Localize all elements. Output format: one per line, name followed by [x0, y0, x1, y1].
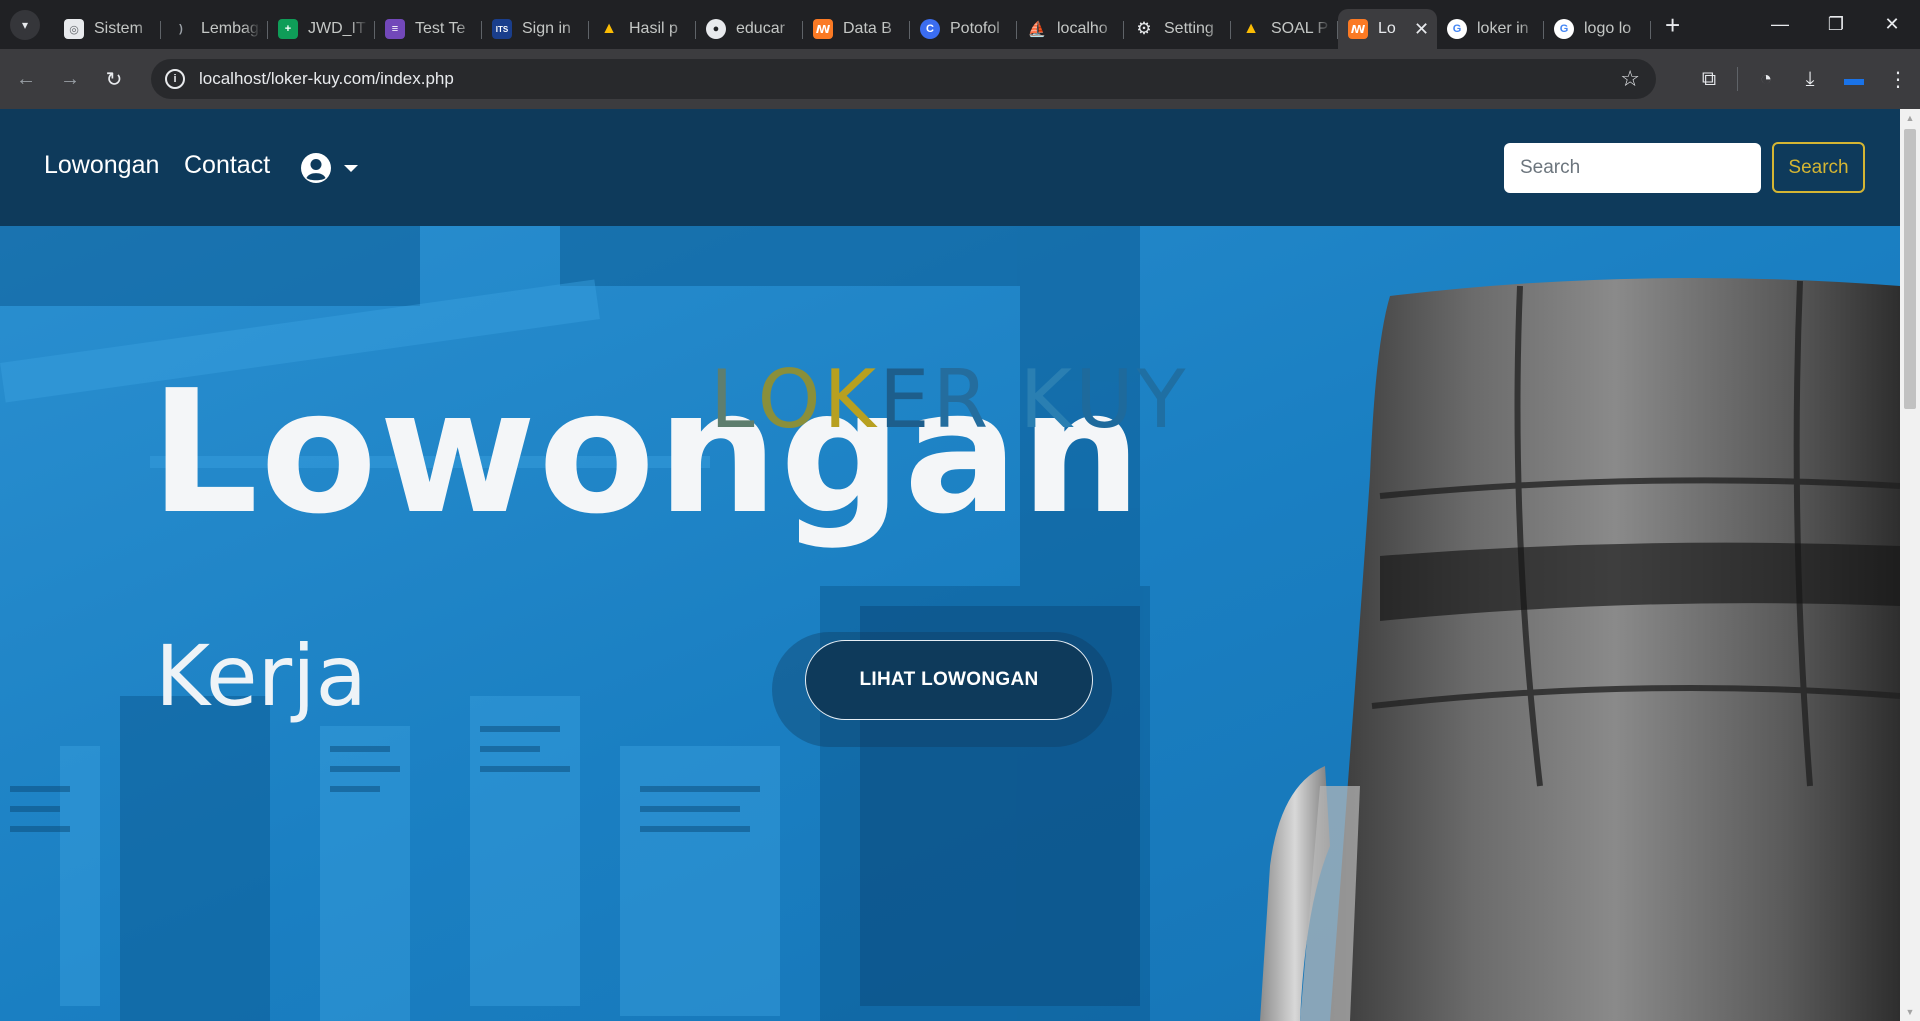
brand-logo-text: LOKER KUY: [710, 360, 1189, 440]
tab-search-button[interactable]: ▾: [10, 9, 40, 40]
new-tab-button[interactable]: +: [1665, 10, 1680, 41]
web-page: Lowongan Contact Search Search Lowongan …: [0, 109, 1900, 1021]
brand-letters: LOKER KUY: [710, 360, 1189, 440]
drive-icon: ▲: [601, 20, 617, 37]
url-text: localhost/loker-kuy.com/index.php: [199, 69, 454, 88]
tab-loker-kuy-active[interactable]: ꟿ Lo ✕: [1338, 9, 1437, 49]
drive-icon: ▲: [1243, 20, 1259, 37]
browser-tab-strip: ▾ ◎ Sistem ) Lembaga + JWD_IT ≡ Test Te ITS S…: [0, 0, 1920, 49]
tab-hasil[interactable]: ▲ Hasil p: [589, 9, 696, 49]
tab-title: JWD_IT: [308, 20, 366, 37]
user-circle-icon: [301, 153, 331, 183]
toolbar-divider: [1737, 67, 1738, 91]
tab-sign-in[interactable]: ITS Sign in: [482, 9, 589, 49]
github-icon: ●: [706, 19, 726, 39]
download-icon[interactable]: ⤓: [1788, 68, 1832, 91]
canva-icon: C: [920, 19, 940, 39]
tab-title: loker in: [1477, 20, 1529, 37]
tab-lembaga[interactable]: ) Lembaga: [161, 9, 268, 49]
tab-loker-in[interactable]: Gloker in: [1437, 9, 1544, 49]
gear-icon: ⚙: [1136, 19, 1152, 38]
back-button[interactable]: ←: [8, 61, 44, 97]
lihat-lowongan-button[interactable]: LIHAT LOWONGAN: [805, 640, 1093, 720]
brand-letter: K: [1019, 353, 1076, 446]
scroll-up-icon[interactable]: ▲: [1900, 109, 1920, 127]
extensions-icon[interactable]: ⧉: [1687, 68, 1731, 91]
brand-letter: L: [710, 353, 758, 446]
tab-title: Sistem: [94, 20, 143, 37]
chevron-down-icon: [344, 164, 358, 172]
search-button[interactable]: Search: [1772, 142, 1865, 193]
bookmark-star-icon[interactable]: ☆: [1620, 66, 1640, 92]
forward-button[interactable]: →: [52, 61, 88, 97]
tab-logo-lo[interactable]: Glogo lo: [1544, 9, 1651, 49]
tab-title: localho: [1057, 20, 1108, 37]
browser-toolbar: ← → ↻ i localhost/loker-kuy.com/index.ph…: [0, 49, 1920, 109]
tab-title: Lo: [1378, 20, 1396, 37]
tab-title: Lembaga: [201, 20, 261, 37]
scroll-down-icon[interactable]: ▼: [1900, 1003, 1920, 1021]
tab-title: logo lo: [1584, 20, 1632, 37]
tab-potofol[interactable]: C Potofol: [910, 9, 1017, 49]
close-tab-icon[interactable]: ✕: [1414, 19, 1429, 40]
tab-list: ◎ Sistem ) Lembaga + JWD_IT ≡ Test Te ITS Sig…: [54, 0, 1651, 49]
close-window-icon[interactable]: ✕: [1864, 0, 1920, 49]
tab-title: SOAL P: [1271, 20, 1329, 37]
brand-letter: O: [757, 353, 824, 446]
sistem-favicon: ◎: [64, 19, 84, 39]
brand-letter: [991, 360, 1019, 440]
hero-banner: Lowongan Kerja LOKER KUY LIHAT LOWONGAN: [0, 226, 1900, 1021]
sheets-icon: +: [278, 19, 298, 39]
search-input[interactable]: [1504, 143, 1761, 193]
window-controls: — ❐ ✕: [1752, 0, 1920, 49]
tab-title: Data B: [843, 20, 892, 37]
reload-button[interactable]: ↻: [96, 61, 132, 97]
minimize-icon[interactable]: —: [1752, 0, 1808, 49]
tab-settings[interactable]: ⚙ Setting: [1124, 9, 1231, 49]
lembaga-favicon: ): [179, 23, 183, 35]
page-scrollbar[interactable]: ▲ ▼: [1900, 109, 1920, 1021]
xampp-icon: ꟿ: [813, 19, 833, 39]
tab-jwd-it[interactable]: + JWD_IT: [268, 9, 375, 49]
tab-data-b[interactable]: ꟿ Data B: [803, 9, 910, 49]
its-icon: ITS: [492, 19, 512, 39]
brand-letter: Y: [1136, 353, 1189, 446]
tab-title: educar: [736, 20, 785, 37]
site-info-icon[interactable]: i: [165, 69, 185, 89]
hero-heading-kerja: Kerja: [155, 627, 367, 725]
toolbar-actions: ⧉ ◔ ⤓ ▬ ⋮: [1687, 49, 1920, 109]
tab-title: Setting: [1164, 20, 1214, 37]
tab-sistem[interactable]: ◎ Sistem: [54, 9, 161, 49]
xampp-icon: ꟿ: [1348, 19, 1368, 39]
phpmyadmin-icon: ⛵: [1027, 21, 1047, 38]
brand-letter: U: [1075, 353, 1137, 446]
restore-icon[interactable]: ❐: [1808, 0, 1864, 49]
more-menu-icon[interactable]: ⋮: [1876, 67, 1920, 92]
hero-background-image: [0, 226, 1900, 1021]
tab-localhost[interactable]: ⛵ localho: [1017, 9, 1124, 49]
tab-title: Hasil p: [629, 20, 678, 37]
tab-title: Sign in: [522, 20, 571, 37]
user-dropdown[interactable]: [300, 152, 358, 184]
google-icon: G: [1447, 19, 1467, 39]
tab-test[interactable]: ≡ Test Te: [375, 9, 482, 49]
scrollbar-thumb[interactable]: [1904, 129, 1916, 409]
tab-soal[interactable]: ▲ SOAL P: [1231, 9, 1338, 49]
address-bar[interactable]: i localhost/loker-kuy.com/index.php ☆: [151, 59, 1656, 99]
forms-icon: ≡: [385, 19, 405, 39]
google-icon: G: [1554, 19, 1574, 39]
tab-title: Test Te: [415, 20, 466, 37]
nav-link-contact[interactable]: Contact: [184, 151, 270, 180]
nav-link-lowongan[interactable]: Lowongan: [44, 151, 159, 180]
site-navbar: Lowongan Contact Search: [0, 109, 1900, 226]
brand-letter: R: [932, 353, 992, 446]
brand-letter: E: [879, 353, 933, 446]
profile-extension-icon[interactable]: ▬: [1832, 68, 1876, 91]
performance-icon[interactable]: ◔: [1744, 68, 1788, 91]
tab-title: Potofol: [950, 20, 1000, 37]
tab-github[interactable]: ● educar: [696, 9, 803, 49]
brand-letter: K: [823, 353, 880, 446]
